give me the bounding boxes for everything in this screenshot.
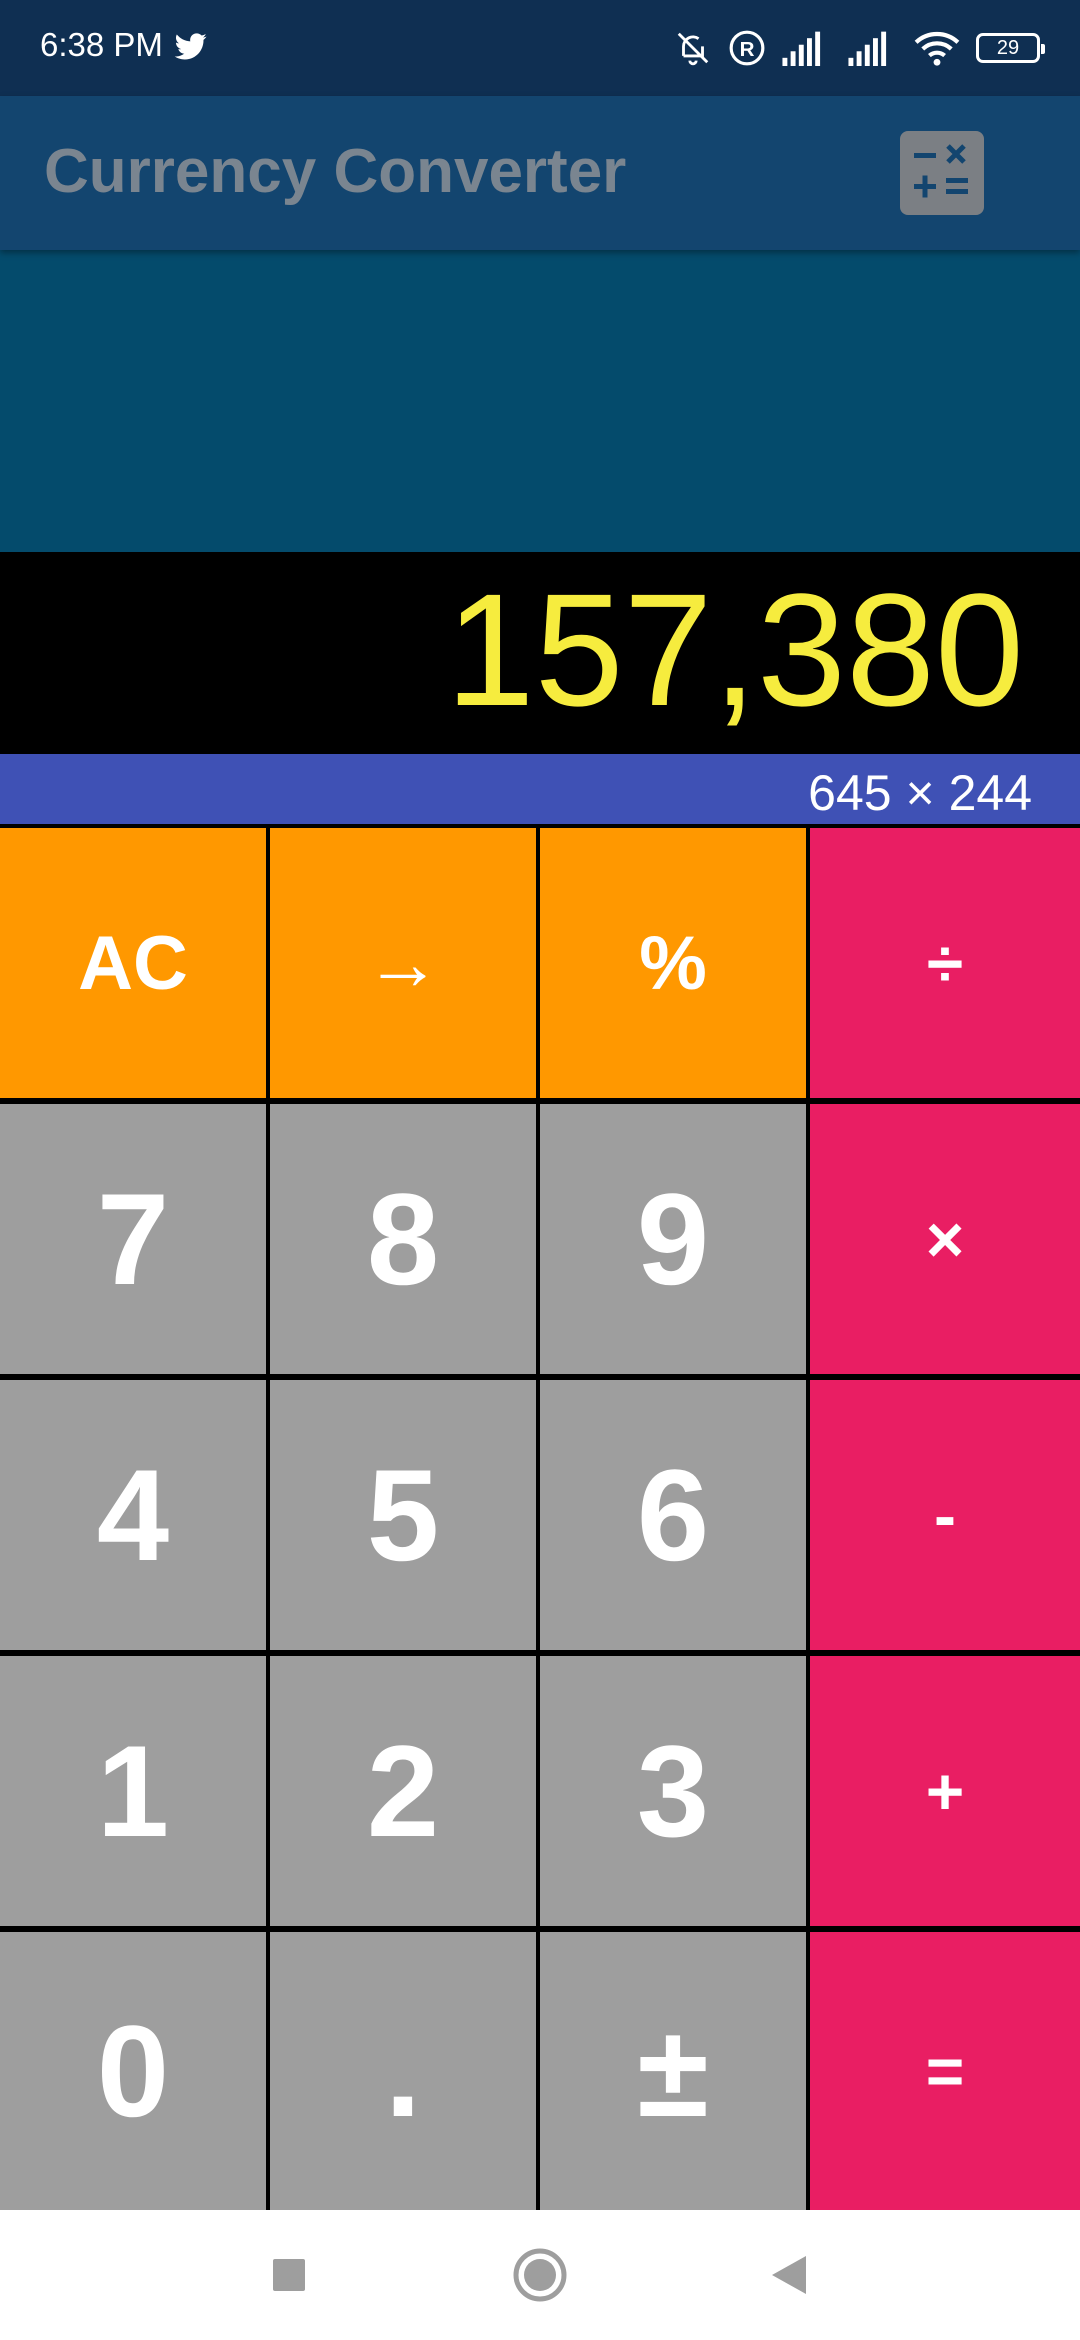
equals-button[interactable]: = <box>810 1932 1080 2210</box>
clear-button[interactable]: AC <box>0 828 266 1098</box>
home-button[interactable] <box>475 2210 605 2340</box>
status-bar: 6:38 PM R 29 <box>0 0 1080 96</box>
digit-8-button[interactable]: 8 <box>270 1104 536 1374</box>
divide-button[interactable]: ÷ <box>810 828 1080 1098</box>
percent-button[interactable]: % <box>540 828 806 1098</box>
digit-9-button[interactable]: 9 <box>540 1104 806 1374</box>
recents-button[interactable] <box>224 2210 354 2340</box>
wifi-icon <box>914 31 960 66</box>
calculator-icon <box>914 144 968 198</box>
screen: 6:38 PM R 29 Currency Converter 157,380 … <box>0 0 1080 2340</box>
decimal-button[interactable]: . <box>270 1932 536 2210</box>
back-button[interactable] <box>723 2210 853 2340</box>
digit-0-button[interactable]: 0 <box>0 1932 266 2210</box>
digit-5-button[interactable]: 5 <box>270 1380 536 1650</box>
signal-icon <box>848 31 887 66</box>
subtract-button[interactable]: - <box>810 1380 1080 1650</box>
bell-muted-icon <box>677 32 709 66</box>
calculator-toggle-button[interactable] <box>900 131 984 215</box>
expression-text: 645 × 244 <box>808 765 1032 821</box>
add-button[interactable]: + <box>810 1656 1080 1926</box>
registered-icon: R <box>729 30 765 66</box>
result-value: 157,380 <box>445 560 1024 739</box>
keypad: AC → % ÷ 7 8 9 × 4 5 6 - 1 2 3 + 0 . ± = <box>0 824 1080 2210</box>
twitter-icon <box>174 33 207 60</box>
status-time: 6:38 PM <box>40 26 163 63</box>
plus-minus-button[interactable]: ± <box>540 1932 806 2210</box>
digit-1-button[interactable]: 1 <box>0 1656 266 1926</box>
back-triangle-icon <box>772 2256 806 2294</box>
battery-icon: 29 <box>976 33 1045 63</box>
result-display: 157,380 <box>0 552 1080 754</box>
digit-3-button[interactable]: 3 <box>540 1656 806 1926</box>
digit-6-button[interactable]: 6 <box>540 1380 806 1650</box>
home-circle-icon <box>513 2248 567 2302</box>
digit-4-button[interactable]: 4 <box>0 1380 266 1650</box>
recents-square-icon <box>273 2259 305 2291</box>
digit-7-button[interactable]: 7 <box>0 1104 266 1374</box>
multiply-button[interactable]: × <box>810 1104 1080 1374</box>
ad-banner-area <box>0 250 1080 552</box>
expression-bar: 645 × 244 <box>0 754 1080 824</box>
convert-arrow-button[interactable]: → <box>270 828 536 1098</box>
digit-2-button[interactable]: 2 <box>270 1656 536 1926</box>
status-icons: R 29 <box>674 26 1045 70</box>
svg-text:R: R <box>740 38 755 61</box>
app-bar: Currency Converter <box>0 96 1080 250</box>
navigation-bar <box>0 2210 1080 2340</box>
page-title: Currency Converter <box>44 137 627 206</box>
signal-icon <box>782 31 821 66</box>
